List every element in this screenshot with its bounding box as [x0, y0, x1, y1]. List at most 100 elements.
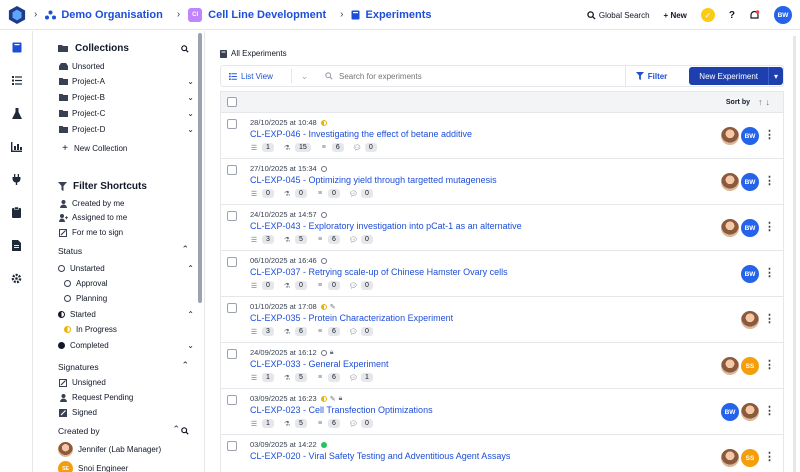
more-options-icon[interactable]: ⋮ — [764, 128, 775, 141]
chevron-up-icon[interactable]: ⌃ — [187, 310, 194, 319]
experiment-row[interactable]: 03/09/2025 at 16:23 ✎ 🔒︎ CL-EXP-023 - Cell… — [220, 389, 784, 435]
avatar[interactable] — [721, 357, 739, 375]
breadcrumb-project[interactable]: CI Cell Line Development — [188, 7, 326, 22]
status-approval[interactable]: Approval — [64, 279, 108, 288]
chevron-up-icon[interactable]: ⌃ — [172, 424, 180, 435]
experiment-row[interactable]: 27/10/2025 at 15:34 CL-EXP-045 - Optimiz… — [220, 159, 784, 205]
new-experiment-button[interactable]: New Experiment ▾ — [689, 67, 783, 85]
experiment-title-link[interactable]: CL-EXP-035 - Protein Characterization Ex… — [250, 313, 453, 323]
avatar[interactable] — [741, 403, 759, 421]
avatar[interactable]: SS — [741, 449, 759, 467]
shortcut-created-by-me[interactable]: Created by me — [58, 199, 200, 208]
sidebar-scrollbar[interactable] — [198, 33, 202, 303]
shortcut-assigned-to-me[interactable]: Assigned to me — [58, 213, 200, 222]
experiment-row[interactable]: 28/10/2025 at 10:48 CL-EXP-046 - Investi… — [220, 113, 784, 159]
rail-analytics[interactable] — [0, 130, 33, 163]
experiment-row[interactable]: 01/10/2025 at 17:08 ✎ CL-EXP-035 - Protei… — [220, 297, 784, 343]
achievement-badge[interactable]: ✓ — [700, 8, 715, 22]
row-checkbox[interactable] — [227, 303, 237, 313]
collections-search-icon[interactable] — [181, 45, 189, 53]
avatar[interactable]: SS — [741, 357, 759, 375]
chevron-down-icon[interactable]: ⌄ — [187, 77, 194, 86]
row-checkbox[interactable] — [227, 165, 237, 175]
experiment-row[interactable]: 06/10/2025 at 16:46 CL-EXP-037 - Retryin… — [220, 251, 784, 297]
avatar[interactable]: BW — [741, 219, 759, 237]
collection-project-d[interactable]: Project-D ⌄ — [58, 125, 200, 134]
more-options-icon[interactable]: ⋮ — [764, 450, 775, 463]
avatar[interactable] — [741, 311, 759, 329]
chevron-down-icon[interactable]: ⌄ — [187, 125, 194, 134]
help-button[interactable]: ? — [729, 10, 735, 21]
user-menu[interactable]: BW — [774, 6, 792, 24]
avatar[interactable]: BW — [741, 265, 759, 283]
avatar[interactable] — [721, 449, 739, 467]
experiment-title-link[interactable]: CL-EXP-046 - Investigating the effect of… — [250, 129, 472, 139]
signature-signed[interactable]: Signed — [58, 408, 200, 417]
status-started[interactable]: Started ⌃ — [58, 310, 200, 319]
row-checkbox[interactable] — [227, 441, 237, 451]
creator-engineer[interactable]: SE Snoi Engineer — [58, 461, 200, 472]
collection-project-c[interactable]: Project-C ⌄ — [58, 109, 200, 118]
experiment-title-link[interactable]: CL-EXP-037 - Retrying scale-up of Chines… — [250, 267, 508, 277]
more-options-icon[interactable]: ⋮ — [764, 404, 775, 417]
collection-project-a[interactable]: Project-A ⌄ — [58, 77, 200, 86]
avatar[interactable]: BW — [741, 127, 759, 145]
avatar[interactable] — [721, 219, 739, 237]
sort-arrows-icon[interactable]: ↑↓ — [758, 97, 773, 107]
view-dropdown-chevron-icon[interactable]: ⌄ — [291, 69, 317, 83]
row-checkbox[interactable] — [227, 119, 237, 129]
more-options-icon[interactable]: ⋮ — [764, 220, 775, 233]
filter-button[interactable]: Filter — [624, 66, 678, 86]
shortcut-for-me-to-sign[interactable]: For me to sign — [58, 228, 200, 237]
experiment-row[interactable]: 03/09/2025 at 14:22 CL-EXP-020 - Viral S… — [220, 435, 784, 472]
breadcrumb-organisation[interactable]: Demo Organisation — [45, 9, 163, 21]
row-checkbox[interactable] — [227, 257, 237, 267]
rail-documents[interactable] — [0, 229, 33, 262]
global-search-button[interactable]: Global Search — [587, 11, 650, 20]
chevron-up-icon[interactable]: ⌃ — [181, 360, 189, 371]
experiment-title-link[interactable]: CL-EXP-023 - Cell Transfection Optimizat… — [250, 405, 433, 415]
select-all-checkbox[interactable] — [227, 97, 237, 107]
rail-samples[interactable] — [0, 97, 33, 130]
status-planning[interactable]: Planning — [64, 294, 107, 303]
signature-unsigned[interactable]: Unsigned — [58, 378, 200, 387]
created-by-search-icon[interactable] — [181, 427, 189, 435]
list-view-button[interactable]: List View — [221, 72, 291, 81]
main-scrollbar[interactable] — [793, 36, 796, 472]
status-completed[interactable]: Completed ⌄ — [58, 341, 200, 350]
avatar[interactable] — [721, 173, 739, 191]
chevron-down-icon[interactable]: ⌄ — [187, 341, 194, 350]
experiment-row[interactable]: 24/09/2025 at 16:12 🔒︎ CL-EXP-033 - Gener… — [220, 343, 784, 389]
status-unstarted[interactable]: Unstarted ⌃ — [58, 264, 200, 273]
rail-clipboard[interactable] — [0, 196, 33, 229]
status-in-progress[interactable]: In Progress — [64, 325, 117, 334]
row-checkbox[interactable] — [227, 211, 237, 221]
chevron-up-icon[interactable]: ⌃ — [181, 244, 189, 255]
sort-by-control[interactable]: Sort by ↑↓ — [726, 97, 773, 107]
caret-down-icon[interactable]: ▾ — [767, 67, 783, 85]
notifications-button[interactable] — [749, 9, 760, 21]
avatar[interactable] — [721, 127, 739, 145]
rail-settings[interactable] — [0, 262, 33, 295]
row-checkbox[interactable] — [227, 395, 237, 405]
rail-tasks[interactable] — [0, 64, 33, 97]
experiment-title-link[interactable]: CL-EXP-033 - General Experiment — [250, 359, 389, 369]
experiment-row[interactable]: 24/10/2025 at 14:57 CL-EXP-043 - Explora… — [220, 205, 784, 251]
new-button[interactable]: + New — [664, 11, 687, 20]
rail-integrations[interactable] — [0, 163, 33, 196]
more-options-icon[interactable]: ⋮ — [764, 312, 775, 325]
row-checkbox[interactable] — [227, 349, 237, 359]
more-options-icon[interactable]: ⋮ — [764, 266, 775, 279]
new-collection-button[interactable]: + New Collection — [60, 143, 202, 154]
experiment-search-input[interactable] — [339, 71, 599, 81]
collection-project-b[interactable]: Project-B ⌄ — [58, 93, 200, 102]
experiment-title-link[interactable]: CL-EXP-045 - Optimizing yield through ta… — [250, 175, 497, 185]
collection-unsorted[interactable]: Unsorted — [58, 62, 200, 71]
chevron-down-icon[interactable]: ⌄ — [187, 93, 194, 102]
breadcrumb-section[interactable]: Experiments — [351, 9, 432, 21]
experiment-title-link[interactable]: CL-EXP-020 - Viral Safety Testing and Ad… — [250, 451, 510, 461]
chevron-up-icon[interactable]: ⌃ — [187, 264, 194, 273]
chevron-down-icon[interactable]: ⌄ — [187, 109, 194, 118]
avatar[interactable]: BW — [721, 403, 739, 421]
more-options-icon[interactable]: ⋮ — [764, 174, 775, 187]
